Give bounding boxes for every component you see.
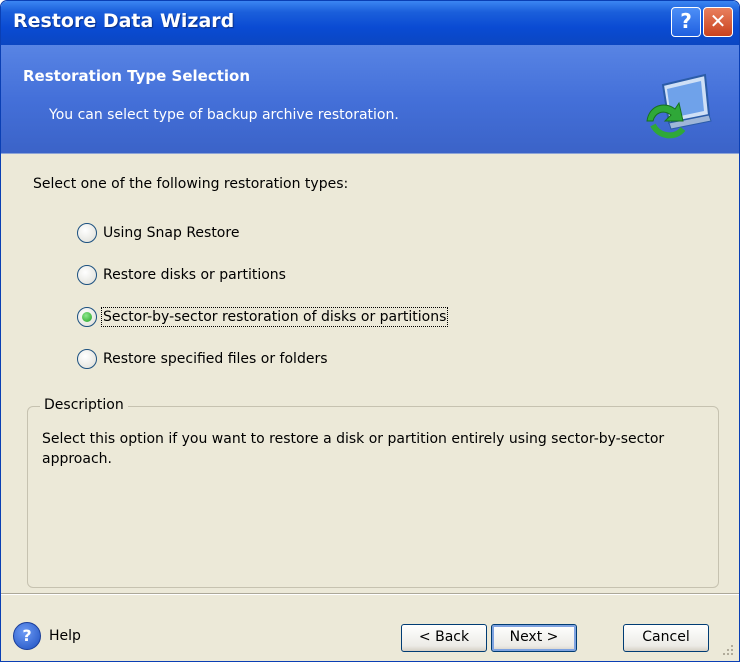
option-sector-by-sector[interactable]: Sector-by-sector restoration of disks or… [77, 305, 449, 329]
radio-button[interactable] [77, 223, 97, 243]
option-label: Restore disks or partitions [103, 267, 286, 283]
description-group: Description Select this option if you wa… [27, 397, 719, 588]
help-icon[interactable]: ? [13, 622, 41, 650]
title-help-button[interactable]: ? [671, 7, 701, 37]
wizard-header: Restoration Type Selection You can selec… [1, 45, 739, 154]
restore-computer-icon [646, 73, 712, 139]
next-button[interactable]: Next > [491, 624, 577, 652]
title-close-button[interactable]: ✕ [703, 7, 733, 37]
option-snap-restore[interactable]: Using Snap Restore [77, 221, 239, 245]
cancel-button[interactable]: Cancel [623, 624, 709, 652]
description-text: Select this option if you want to restor… [42, 431, 665, 467]
radio-button[interactable] [77, 265, 97, 285]
window-title: Restore Data Wizard [13, 10, 235, 32]
help-link[interactable]: ? Help [13, 622, 81, 650]
help-label[interactable]: Help [49, 628, 81, 644]
title-bar[interactable]: Restore Data Wizard ? ✕ [1, 1, 739, 45]
restoration-type-prompt: Select one of the following restoration … [33, 176, 349, 192]
step-subtitle: You can select type of backup archive re… [49, 107, 399, 123]
footer-divider [1, 593, 739, 595]
radio-button-checked[interactable] [77, 307, 97, 327]
wizard-window: Restore Data Wizard ? ✕ Restoration Type… [0, 0, 740, 662]
resize-grip-icon[interactable] [721, 643, 735, 657]
option-restore-files[interactable]: Restore specified files or folders [77, 347, 328, 371]
wizard-content: Select one of the following restoration … [1, 154, 739, 588]
option-label: Using Snap Restore [103, 225, 240, 241]
back-button[interactable]: < Back [401, 624, 487, 652]
description-legend: Description [40, 397, 128, 413]
step-title: Restoration Type Selection [23, 67, 251, 85]
option-label: Sector-by-sector restoration of disks or… [100, 307, 449, 327]
option-restore-disks[interactable]: Restore disks or partitions [77, 263, 286, 287]
option-label: Restore specified files or folders [103, 351, 328, 367]
radio-button[interactable] [77, 349, 97, 369]
